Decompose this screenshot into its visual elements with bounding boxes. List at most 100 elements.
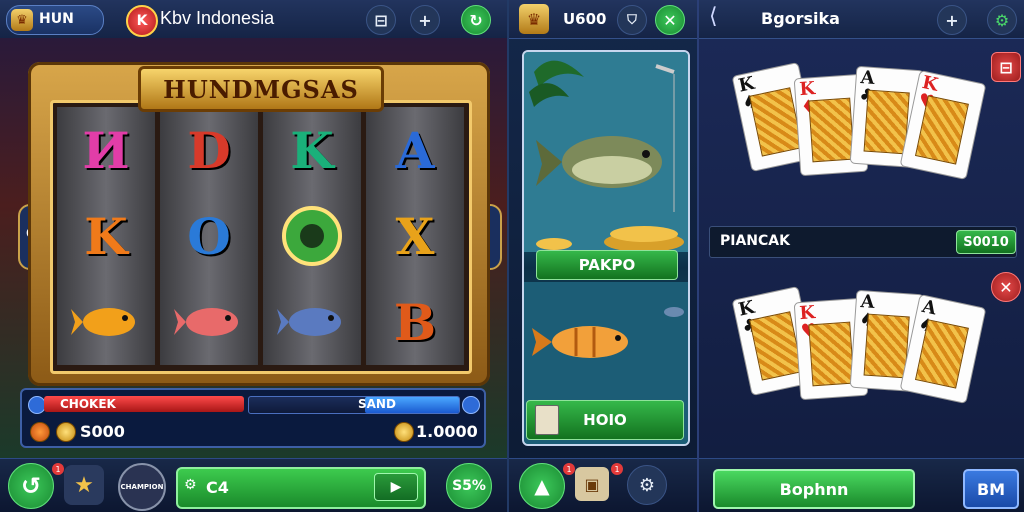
champion-badge[interactable]: CHAMPION	[118, 463, 166, 511]
refresh-button[interactable]: ↻	[461, 5, 491, 35]
fishing-label-bottom-text: HOIO	[583, 411, 627, 429]
close-button[interactable]: ✕	[655, 5, 685, 35]
avatar	[535, 405, 559, 435]
favorite-button[interactable]: ★	[64, 465, 104, 505]
letter-symbol: K	[84, 206, 128, 266]
undo-icon: ↺	[20, 472, 42, 500]
secondary-button-label: BM	[976, 479, 1006, 499]
fishing-card[interactable]: PAKPO HOIO	[522, 50, 690, 446]
cards-top-bar: ⟨ Bgorsika + ⚙	[699, 0, 1024, 39]
delete-button[interactable]: ⊟	[991, 52, 1021, 82]
shield-button[interactable]: ⛉	[617, 5, 647, 35]
bag-badge: 1	[611, 463, 623, 475]
fish-symbol-icon	[57, 279, 155, 365]
bet-field[interactable]: ⚙ C4 ▶	[176, 467, 426, 509]
fishing-bottom-bar: ▲ 1 ▣ 1 ⚙	[509, 458, 699, 512]
letter-symbol: X	[395, 206, 435, 266]
fishing-label-top-text: PAKPO	[578, 256, 636, 274]
reel-4: AXB	[366, 107, 464, 365]
menu-button[interactable]: ⊟	[366, 5, 396, 35]
shield-icon: ⛉	[627, 12, 637, 28]
letter-symbol: A	[395, 120, 435, 180]
crown-icon: ♛	[11, 9, 33, 31]
add-button[interactable]: +	[410, 5, 440, 35]
add-button[interactable]: +	[937, 5, 967, 35]
fishing-scene	[524, 52, 688, 444]
plus-icon: +	[945, 10, 959, 30]
balance-value: S000	[80, 422, 125, 441]
card-face-art	[808, 97, 855, 163]
info-bar: CHOKEK SAND S000 1.0000	[20, 388, 486, 448]
cards-panel: ⟨ Bgorsika + ⚙ ⊟ K♠K♦A♣K♥ PIANCAK S0010 …	[697, 0, 1024, 512]
card-face-art	[863, 89, 910, 155]
star-icon: ★	[74, 472, 94, 498]
reel-2: DO	[160, 107, 258, 365]
settings-coin-icon[interactable]	[30, 422, 50, 442]
cards-bottom-bar: Bophnn BM	[699, 458, 1024, 512]
coin-stack-icon	[394, 422, 414, 442]
fishing-label-top[interactable]: PAKPO	[536, 250, 678, 280]
champion-badge-label: CHAMPION	[120, 483, 164, 491]
card-face-art	[808, 321, 855, 387]
secondary-button[interactable]: BM	[963, 469, 1019, 509]
crown-icon[interactable]: ♛	[519, 4, 549, 34]
back-button[interactable]: ↺	[8, 463, 54, 509]
slot-panel: ♛ HUN K Kbv Indonesia ⊟ + ↻ B GO ❯ ИKDOK…	[0, 0, 507, 512]
card-face-art	[863, 313, 910, 379]
bar-left-label: CHOKEK	[60, 397, 116, 411]
menu-icon: ⊟	[374, 10, 388, 30]
fishing-label-bottom[interactable]: HOIO	[526, 400, 684, 440]
close-button[interactable]: ✕	[991, 272, 1021, 302]
slot-bottom-bar: ↺ 1 ★ CHAMPION ⚙ C4 ▶ S5%	[0, 458, 507, 512]
reel-window: ИKDOKAXB	[50, 100, 472, 374]
settings-button[interactable]: ⚙	[627, 465, 667, 505]
gear-icon: ⚙	[994, 10, 1010, 30]
reel-1: ИK	[57, 107, 155, 365]
brand-badge[interactable]: ♛ HUN	[6, 5, 104, 35]
bar-right-label: SAND	[358, 397, 396, 411]
slot-title-plate: HUNDMGSAS	[138, 66, 384, 112]
fish-symbol-icon	[160, 279, 258, 365]
bag-icon: ▣	[584, 474, 600, 494]
back-arrow-icon[interactable]: ⟨	[709, 4, 718, 29]
primary-button-label: Bophnn	[779, 479, 849, 499]
fishing-panel: ♛ U600 ⛉ ✕ PAKPO HOIO ▲ 1 ▣ 1 ⚙	[507, 0, 699, 512]
logo-icon[interactable]: K	[126, 5, 158, 37]
letter-symbol: И	[82, 120, 130, 180]
slot-title: HUNDMGSAS	[163, 74, 359, 104]
notification-badge: 1	[52, 463, 64, 475]
refresh-icon: ↻	[469, 10, 483, 30]
letter-symbol: K	[290, 120, 334, 180]
close-icon: ✕	[999, 277, 1013, 297]
letter-symbol: B	[393, 292, 437, 352]
shop-badge: 1	[563, 463, 575, 475]
result-value: S0010	[963, 234, 1009, 250]
result-row: PIANCAK S0010	[709, 226, 1017, 258]
fishing-score: U600	[563, 10, 607, 28]
shop-button[interactable]: ▲	[519, 463, 565, 509]
delete-icon: ⊟	[999, 57, 1013, 77]
bet-value: C4	[206, 478, 229, 497]
close-icon: ✕	[663, 10, 677, 30]
coin-icon	[56, 422, 76, 442]
settings-button[interactable]: ⚙	[987, 5, 1017, 35]
gear-small-icon: ⚙	[184, 477, 197, 493]
spin-button[interactable]: ▶	[374, 473, 418, 501]
gear-symbol-icon	[263, 193, 361, 279]
small-fish-icon	[664, 307, 684, 317]
info-icon[interactable]	[462, 396, 480, 414]
reel-3: K	[263, 107, 361, 365]
percent-value: S5%	[452, 478, 486, 494]
result-label: PIANCAK	[720, 233, 790, 249]
site-title: Kbv Indonesia	[160, 8, 275, 28]
win-value: 1.0000	[416, 422, 478, 441]
play-icon: ▶	[390, 479, 402, 495]
tree-icon: ▲	[534, 474, 550, 498]
primary-button[interactable]: Bophnn	[713, 469, 915, 509]
fishing-top-bar: ♛ U600 ⛉ ✕	[509, 0, 699, 39]
letter-symbol: O	[187, 206, 231, 266]
brand-badge-text: HUN	[39, 11, 74, 27]
gear-icon: ⚙	[638, 474, 656, 496]
bag-button[interactable]: ▣	[575, 467, 609, 501]
percent-button[interactable]: S5%	[446, 463, 492, 509]
